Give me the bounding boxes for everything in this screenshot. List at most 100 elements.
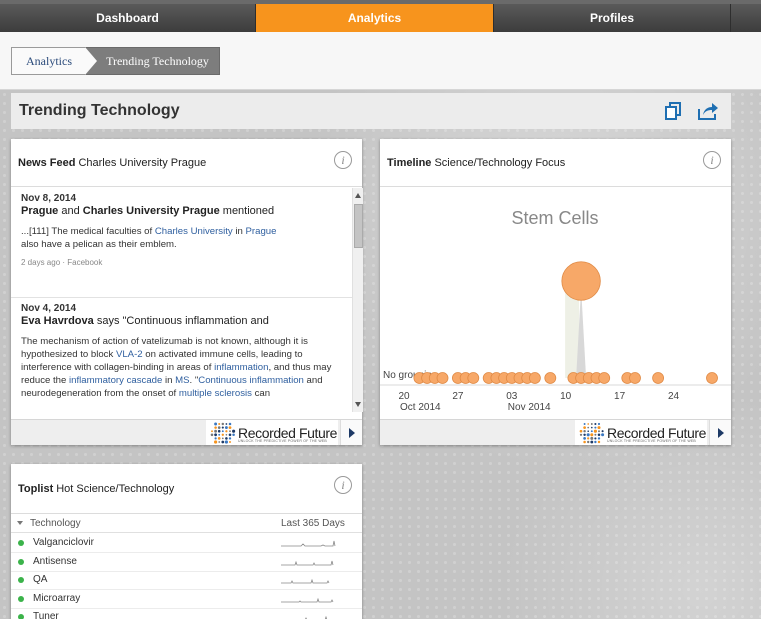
entity-link[interactable]: Charles University	[155, 226, 233, 237]
recorded-future-logo-icon	[577, 422, 607, 444]
table-row[interactable]: Valganciclovir	[11, 534, 362, 553]
data-point[interactable]	[653, 373, 664, 384]
data-point[interactable]	[468, 373, 479, 384]
timeline-title: Timeline	[387, 157, 431, 169]
recorded-future-logo[interactable]: Recorded Future UNLOCK THE PREDICTIVE PO…	[206, 420, 338, 445]
tab-analytics[interactable]: Analytics	[256, 4, 494, 32]
logo-dot	[232, 429, 235, 432]
scrollbar[interactable]	[352, 188, 363, 412]
data-point[interactable]	[529, 373, 540, 384]
news-feed-subtitle: Charles University Prague	[78, 157, 206, 169]
column-technology[interactable]: Technology	[17, 518, 81, 529]
logo-dot	[583, 426, 586, 429]
breadcrumb-analytics[interactable]: Analytics	[11, 47, 87, 75]
top-nav: Dashboard Analytics Profiles	[0, 0, 761, 32]
logo-dot	[587, 433, 590, 436]
tick-label-month: Oct 2014	[400, 402, 441, 413]
entity-link[interactable]: Continuous inflammation	[198, 375, 304, 386]
timeline-chart[interactable]: Stem Cells No grouping 20Oct 201427 03Nov…	[380, 188, 731, 420]
data-point[interactable]	[437, 373, 448, 384]
entity-link[interactable]: VLA-2	[116, 349, 143, 360]
technology-name[interactable]: Microarray	[33, 593, 80, 604]
logo-dot	[587, 440, 589, 442]
logo-dot	[594, 440, 596, 442]
copy-icon[interactable]	[663, 101, 685, 121]
logo-dot	[218, 426, 221, 429]
news-date: Nov 8, 2014	[21, 193, 352, 204]
logo-dot	[222, 422, 224, 424]
logo-dot	[590, 440, 593, 443]
scroll-up-icon[interactable]	[355, 193, 361, 198]
logo-dot	[601, 433, 604, 436]
tab-profiles[interactable]: Profiles	[494, 4, 731, 32]
panel-footer: Recorded Future UNLOCK THE PREDICTIVE PO…	[11, 419, 362, 445]
logo-dot	[214, 426, 217, 429]
logo-dot	[221, 440, 224, 443]
tick-label-month: Nov 2014	[508, 402, 551, 413]
data-point[interactable]	[707, 373, 718, 384]
info-icon[interactable]: i	[334, 476, 352, 494]
table-row[interactable]: Antisense	[11, 553, 362, 572]
technology-name[interactable]: Valganciclovir	[33, 537, 94, 548]
logo-dot	[229, 422, 232, 425]
logo-dot	[218, 441, 220, 443]
status-dot-icon	[18, 559, 24, 565]
logo-dot	[598, 430, 600, 432]
logo-dot	[214, 440, 217, 443]
share-icon[interactable]	[697, 101, 719, 121]
column-period[interactable]: Last 365 Days	[281, 518, 345, 529]
info-icon[interactable]: i	[703, 151, 721, 169]
logo-dot	[598, 440, 600, 442]
entity-link[interactable]: inflammation	[214, 362, 268, 373]
tab-dashboard[interactable]: Dashboard	[0, 4, 256, 32]
logo-dot	[591, 423, 593, 425]
logo-dot	[229, 426, 232, 429]
logo-dot	[597, 426, 600, 429]
table-row[interactable]: Microarray	[11, 590, 362, 609]
news-headline: Prague and Charles University Prague men…	[21, 205, 352, 217]
logo-dot	[229, 433, 232, 436]
logo-dot	[225, 437, 228, 440]
table-row[interactable]: QA	[11, 571, 362, 590]
logo-dot	[598, 433, 601, 436]
entity-link[interactable]: MS	[175, 375, 189, 386]
recorded-future-logo[interactable]: Recorded Future UNLOCK THE PREDICTIVE PO…	[575, 420, 707, 445]
logo-dot	[591, 430, 593, 432]
data-point[interactable]	[562, 262, 601, 301]
next-arrow-icon[interactable]	[709, 420, 731, 445]
technology-name[interactable]: Tuner	[33, 611, 59, 619]
scrollbar-thumb[interactable]	[354, 204, 363, 248]
sparkline	[281, 593, 337, 605]
entity-link[interactable]: inflammatory cascade	[69, 375, 162, 386]
logo-dot	[218, 429, 221, 432]
news-feed-list[interactable]: Nov 8, 2014 Prague and Charles Universit…	[11, 188, 362, 412]
data-point[interactable]	[599, 373, 610, 384]
logo-dot	[583, 437, 586, 440]
list-item[interactable]: Nov 8, 2014 Prague and Charles Universit…	[11, 188, 362, 298]
entity-link[interactable]: multiple sclerosis	[179, 388, 252, 399]
logo-dot	[587, 437, 589, 439]
list-item[interactable]: Nov 4, 2014 Eva Havrdova says "Continuou…	[11, 298, 362, 400]
logo-dot	[218, 433, 220, 435]
tab-extra[interactable]	[731, 4, 761, 32]
toplist-subtitle: Hot Science/Technology	[56, 483, 174, 495]
news-feed-panel: News Feed Charles University Prague i No…	[11, 139, 362, 445]
technology-name[interactable]: QA	[33, 574, 47, 585]
tick-label-day: 24	[668, 391, 680, 402]
entity-link[interactable]: Prague	[246, 226, 277, 237]
info-icon[interactable]: i	[334, 151, 352, 169]
logo-dot	[602, 430, 604, 432]
table-row[interactable]: Tuner	[11, 608, 362, 619]
toplist-header: Toplist Hot Science/Technology i	[11, 464, 362, 514]
technology-name[interactable]: Antisense	[33, 556, 77, 567]
next-arrow-icon[interactable]	[340, 420, 362, 445]
logo-dot	[214, 422, 217, 425]
tick-label-day: 20	[398, 391, 410, 402]
data-point[interactable]	[630, 373, 641, 384]
tick-label-day: 03	[506, 391, 518, 402]
scroll-down-icon[interactable]	[355, 402, 361, 407]
logo-dot	[225, 430, 227, 432]
data-point[interactable]	[545, 373, 556, 384]
logo-dot	[222, 430, 224, 432]
breadcrumb-trending-technology[interactable]: Trending Technology	[85, 47, 220, 75]
